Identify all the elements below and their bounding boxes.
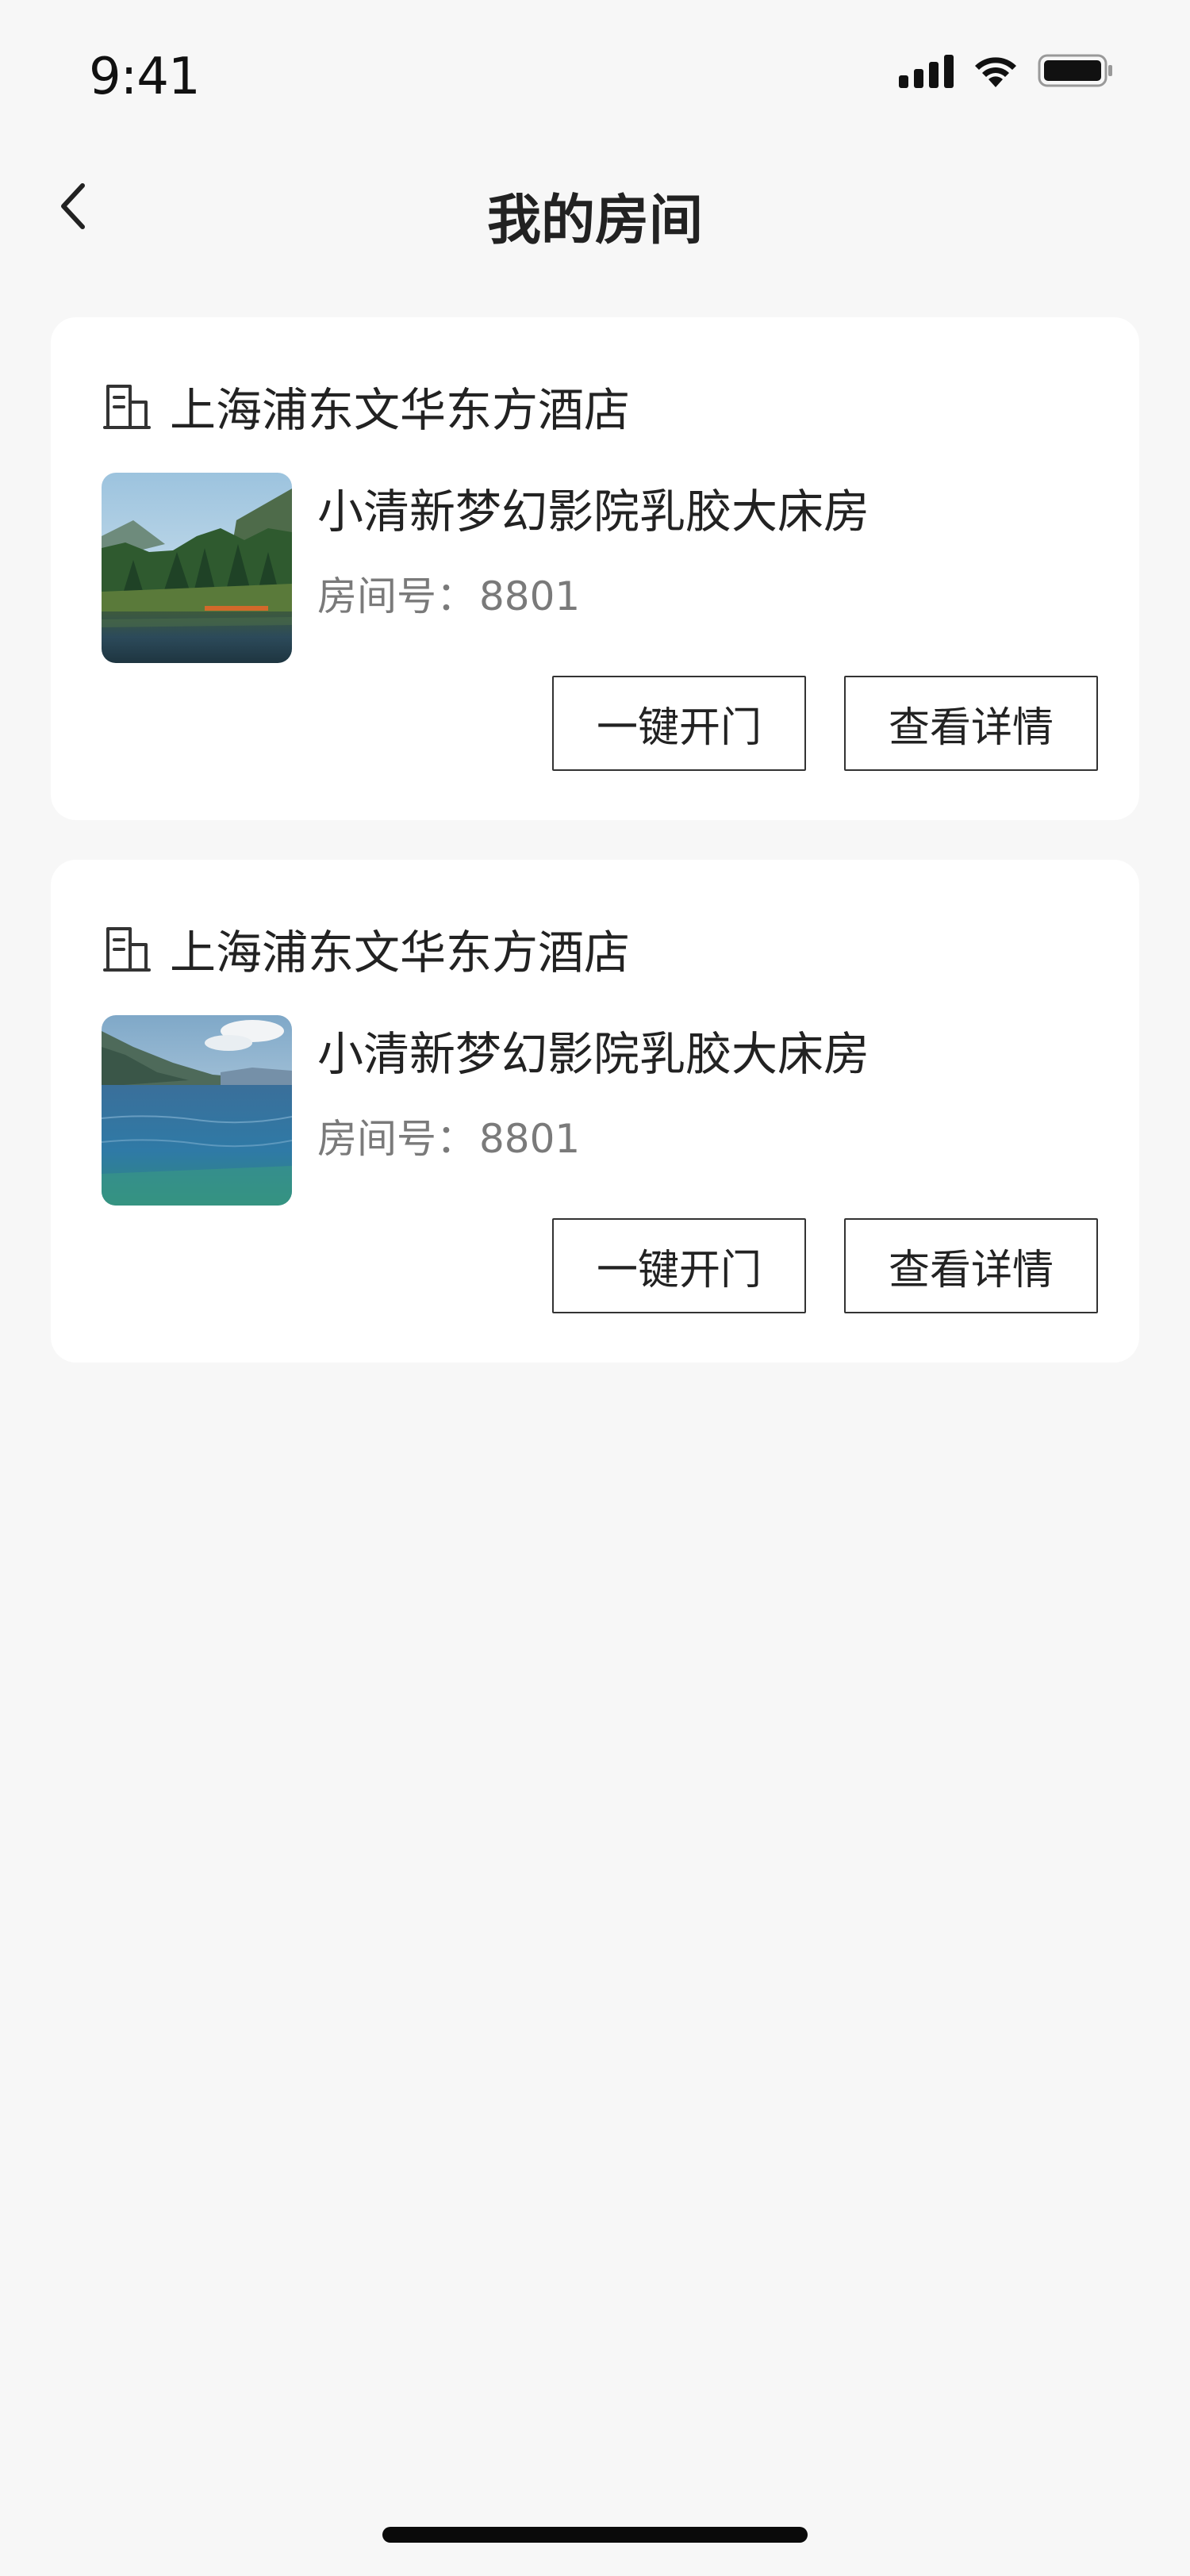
my-rooms-screen: 9:41 我的房间 上海浦东文华东方酒店 小清新梦幻影院乳胶大床房 房间号：88… [0,0,1190,2576]
open-door-button[interactable]: 一键开门 [552,1218,806,1313]
nav-bar: 我的房间 [0,151,1190,270]
room-name: 小清新梦幻影院乳胶大床房 [317,1027,870,1081]
room-number-value: 8801 [479,573,581,619]
battery-icon [1038,52,1114,89]
building-icon [103,381,151,431]
room-number: 房间号：8801 [317,565,580,622]
hotel-name: 上海浦东文华东方酒店 [170,926,631,979]
room-thumbnail[interactable] [102,473,292,663]
room-card[interactable]: 上海浦东文华东方酒店 小清新梦幻影院乳胶大床房 房间号：8801 一键开门 查看… [51,860,1139,1363]
status-icons [899,52,1114,89]
status-bar: 9:41 [0,0,1190,143]
view-details-button[interactable]: 查看详情 [844,676,1098,771]
room-number-value: 8801 [479,1116,581,1162]
mountain-lake-photo [102,1015,292,1206]
home-indicator[interactable] [382,2527,808,2543]
hotel-name: 上海浦东文华东方酒店 [170,383,631,437]
room-name: 小清新梦幻影院乳胶大床房 [317,485,870,539]
view-details-button[interactable]: 查看详情 [844,1218,1098,1313]
hotel-row: 上海浦东文华东方酒店 [103,374,630,438]
room-number-label: 房间号： [317,573,476,619]
room-thumbnail[interactable] [102,1015,292,1206]
cellular-signal-icon [899,53,954,88]
forest-lake-photo [102,473,292,663]
wifi-icon [971,52,1020,89]
page-title: 我的房间 [486,190,703,252]
room-number: 房间号：8801 [317,1107,580,1164]
hotel-row: 上海浦东文华东方酒店 [103,917,630,980]
room-number-label: 房间号： [317,1116,476,1162]
status-time: 9:41 [89,48,201,106]
building-icon [103,924,151,973]
open-door-button[interactable]: 一键开门 [552,676,806,771]
room-card[interactable]: 上海浦东文华东方酒店 小清新梦幻影院乳胶大床房 房间号：8801 一键开门 查看… [51,317,1139,820]
